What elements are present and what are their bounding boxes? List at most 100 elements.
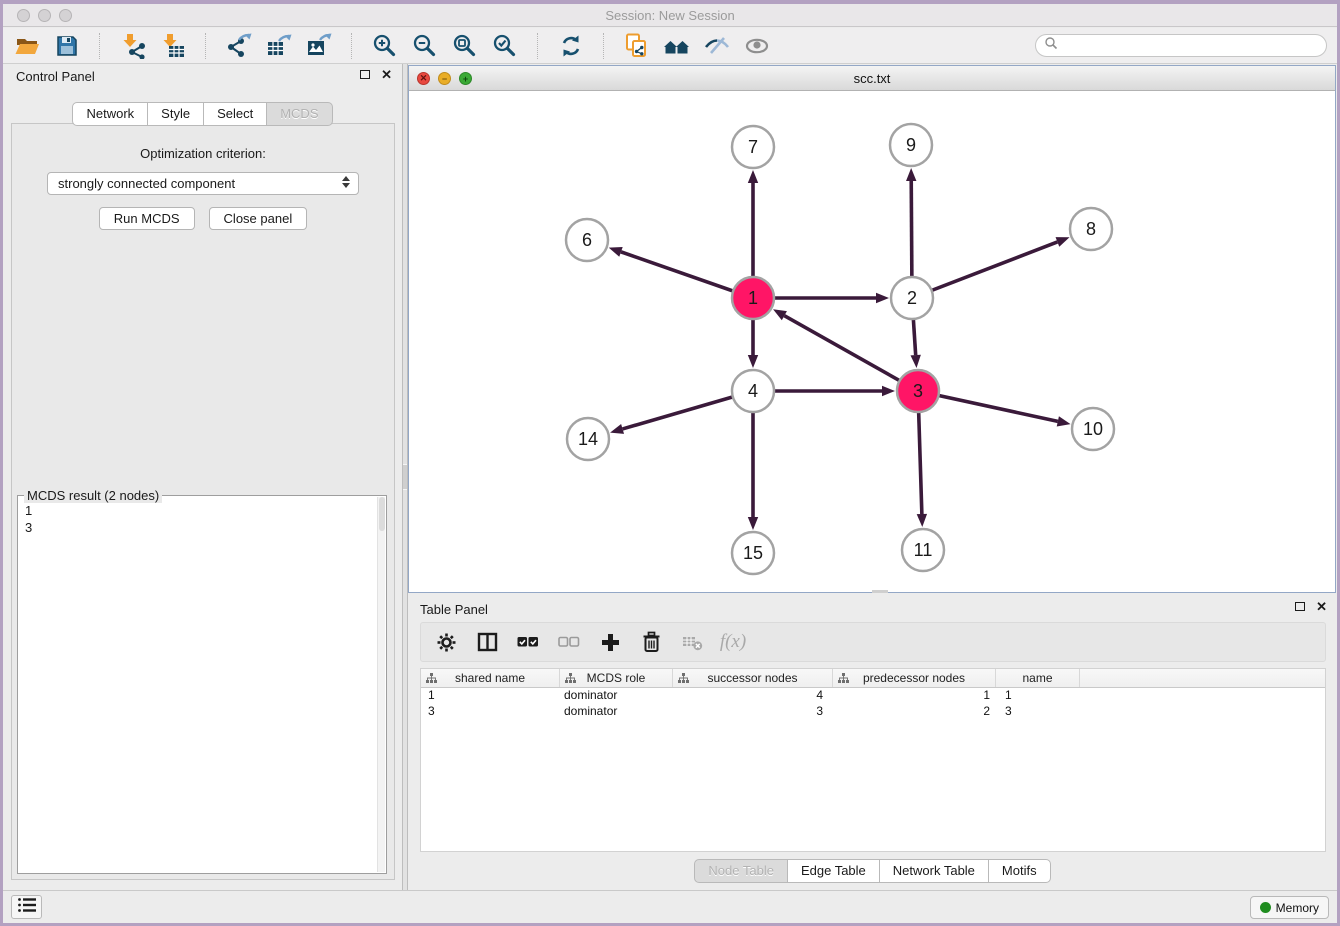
float-panel-icon[interactable] (360, 70, 370, 79)
zoom-out-icon[interactable] (411, 32, 438, 59)
graph-node-10[interactable]: 10 (1072, 408, 1114, 450)
toolbar-separator (205, 33, 206, 59)
graph-node-7[interactable]: 7 (732, 126, 774, 168)
search-box[interactable] (1035, 34, 1327, 57)
table-cell[interactable]: 1 (996, 688, 1080, 704)
toolbar-separator (99, 33, 100, 59)
graph-node-14[interactable]: 14 (567, 418, 609, 460)
import-network-icon[interactable] (119, 32, 146, 59)
column-header-mcds-role[interactable]: MCDS role (560, 669, 673, 687)
table-options-icon[interactable] (435, 631, 457, 653)
control-panel-tabs: NetworkStyleSelectMCDS (3, 102, 402, 126)
svg-text:4: 4 (748, 381, 758, 401)
table-cell[interactable]: 4 (673, 688, 833, 704)
node-table: shared nameMCDS rolesuccessor nodesprede… (420, 668, 1326, 852)
table-panel-title: Table Panel (420, 602, 488, 617)
table-cell[interactable]: 3 (996, 704, 1080, 720)
refresh-icon[interactable] (557, 32, 584, 59)
criterion-dropdown[interactable]: strongly connected component (47, 172, 359, 195)
column-label: name (1022, 671, 1052, 685)
column-header-name[interactable]: name (996, 669, 1080, 687)
result-scrollbar[interactable] (377, 497, 385, 872)
save-session-icon[interactable] (53, 32, 80, 59)
add-column-icon[interactable] (599, 631, 621, 653)
close-panel-icon[interactable]: ✕ (381, 69, 392, 80)
control-tab-mcds[interactable]: MCDS (266, 102, 332, 126)
desktop-frame: Session: New Session Control Panel (0, 0, 1340, 926)
table-tab-edge-table[interactable]: Edge Table (787, 859, 880, 883)
float-table-panel-icon[interactable] (1295, 602, 1305, 611)
graph-node-9[interactable]: 9 (890, 124, 932, 166)
function-builder-icon[interactable]: f(x) (722, 631, 744, 653)
graph-node-11[interactable]: 11 (902, 529, 944, 571)
table-row[interactable]: 3dominator323 (421, 704, 1325, 720)
search-input[interactable] (1063, 39, 1318, 53)
table-tab-node-table[interactable]: Node Table (694, 859, 788, 883)
network-canvas[interactable]: 1 2 3 4 6 7 8 9 10 11 14 15 (409, 91, 1335, 592)
table-cell[interactable]: dominator (560, 688, 673, 704)
network-window-titlebar[interactable]: ✕ − + scc.txt (409, 66, 1335, 91)
table-cell[interactable]: 3 (673, 704, 833, 720)
export-image-icon[interactable] (305, 32, 332, 59)
svg-text:3: 3 (913, 381, 923, 401)
svg-text:2: 2 (907, 288, 917, 308)
table-cell[interactable]: 3 (421, 704, 560, 720)
control-tab-network[interactable]: Network (72, 102, 148, 126)
main-toolbar (3, 28, 1337, 64)
control-tab-style[interactable]: Style (147, 102, 204, 126)
task-history-button[interactable] (11, 895, 42, 919)
table-body: 1dominator4113dominator323 (421, 688, 1325, 720)
mcds-result-text[interactable]: 1 3 (18, 500, 376, 873)
delete-table-icon[interactable] (681, 631, 703, 653)
table-cell[interactable]: 2 (833, 704, 996, 720)
control-tab-select[interactable]: Select (203, 102, 267, 126)
export-table-icon[interactable] (265, 32, 292, 59)
select-all-rows-icon[interactable] (517, 631, 539, 653)
graph-edge-1-6[interactable] (609, 247, 753, 298)
toolbar-separator (603, 33, 604, 59)
table-cell[interactable]: dominator (560, 704, 673, 720)
svg-text:8: 8 (1086, 219, 1096, 239)
new-network-from-selection-icon[interactable] (623, 32, 650, 59)
zoom-selected-icon[interactable] (491, 32, 518, 59)
delete-column-icon[interactable] (640, 631, 662, 653)
run-mcds-button[interactable]: Run MCDS (99, 207, 195, 230)
split-panel-icon[interactable] (476, 631, 498, 653)
export-network-icon[interactable] (225, 32, 252, 59)
graph-node-1[interactable]: 1 (732, 277, 774, 319)
graph-edge-2-8[interactable] (912, 237, 1070, 298)
table-cell[interactable]: 1 (833, 688, 996, 704)
graph-node-2[interactable]: 2 (891, 277, 933, 319)
zoom-fit-icon[interactable] (451, 32, 478, 59)
column-header-predecessor-nodes[interactable]: predecessor nodes (833, 669, 996, 687)
graph-edge-3-1[interactable] (773, 309, 918, 391)
deselect-all-rows-icon[interactable] (558, 631, 580, 653)
hide-selected-icon[interactable] (703, 32, 730, 59)
first-neighbors-icon[interactable] (663, 32, 690, 59)
graph-node-15[interactable]: 15 (732, 532, 774, 574)
open-session-icon[interactable] (13, 32, 40, 59)
show-all-icon[interactable] (743, 32, 770, 59)
table-row[interactable]: 1dominator411 (421, 688, 1325, 704)
table-tab-network-table[interactable]: Network Table (879, 859, 989, 883)
network-window-title: scc.txt (409, 71, 1335, 86)
column-header-shared-name[interactable]: shared name (421, 669, 560, 687)
graph-node-4[interactable]: 4 (732, 370, 774, 412)
app-title: Session: New Session (3, 8, 1337, 23)
import-table-icon[interactable] (159, 32, 186, 59)
graph-node-6[interactable]: 6 (566, 219, 608, 261)
network-resize-grip[interactable] (872, 590, 888, 593)
table-tab-motifs[interactable]: Motifs (988, 859, 1051, 883)
memory-button[interactable]: Memory (1250, 896, 1329, 919)
attribute-type-icon (565, 673, 576, 687)
zoom-in-icon[interactable] (371, 32, 398, 59)
graph-edge-4-14[interactable] (610, 391, 753, 434)
close-panel-button[interactable]: Close panel (209, 207, 308, 230)
close-table-panel-icon[interactable]: ✕ (1316, 601, 1327, 612)
list-icon (17, 896, 37, 919)
graph-node-3[interactable]: 3 (897, 370, 939, 412)
graph-node-8[interactable]: 8 (1070, 208, 1112, 250)
graph-edge-3-10[interactable] (918, 391, 1071, 426)
column-header-successor-nodes[interactable]: successor nodes (673, 669, 833, 687)
table-cell[interactable]: 1 (421, 688, 560, 704)
